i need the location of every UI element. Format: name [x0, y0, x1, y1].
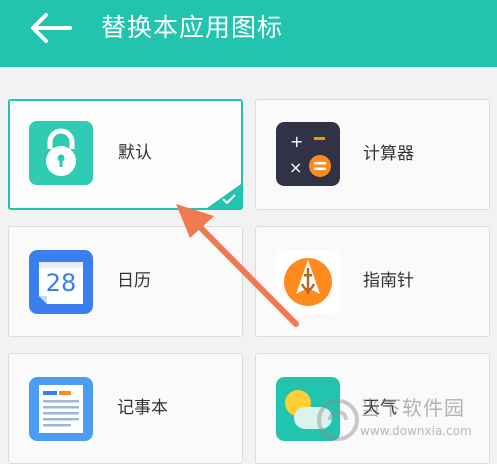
page-title: 替换本应用图标: [101, 13, 284, 42]
icon-option-calculator[interactable]: + × 计算器: [255, 99, 490, 210]
icon-option-default[interactable]: 默认: [8, 99, 243, 210]
svg-text:+: +: [290, 132, 303, 151]
icon-option-label: 天气: [363, 398, 397, 418]
icon-option-label: 默认: [118, 143, 152, 163]
notepad-icon: [29, 377, 93, 441]
icon-option-label: 指南针: [363, 271, 414, 291]
calendar-icon: 28: [29, 250, 93, 314]
icon-option-notepad[interactable]: 记事本: [8, 353, 243, 464]
compass-icon: [276, 250, 340, 314]
svg-text:×: ×: [289, 158, 302, 177]
calendar-day: 28: [45, 269, 77, 297]
icon-option-label: 日历: [117, 271, 151, 291]
icon-option-label: 计算器: [363, 144, 414, 164]
lock-icon: [29, 121, 93, 185]
weather-icon: [276, 377, 340, 441]
calculator-icon: + ×: [276, 122, 340, 186]
arrow-left-icon[interactable]: [26, 10, 74, 46]
app-header: 替换本应用图标: [0, 0, 497, 67]
icon-option-weather[interactable]: 天气: [255, 353, 490, 464]
icon-option-compass[interactable]: 指南针: [255, 226, 490, 337]
checkmark-icon: [222, 194, 236, 205]
icon-option-label: 记事本: [117, 398, 168, 418]
icon-option-calendar[interactable]: 28 日历: [8, 226, 243, 337]
